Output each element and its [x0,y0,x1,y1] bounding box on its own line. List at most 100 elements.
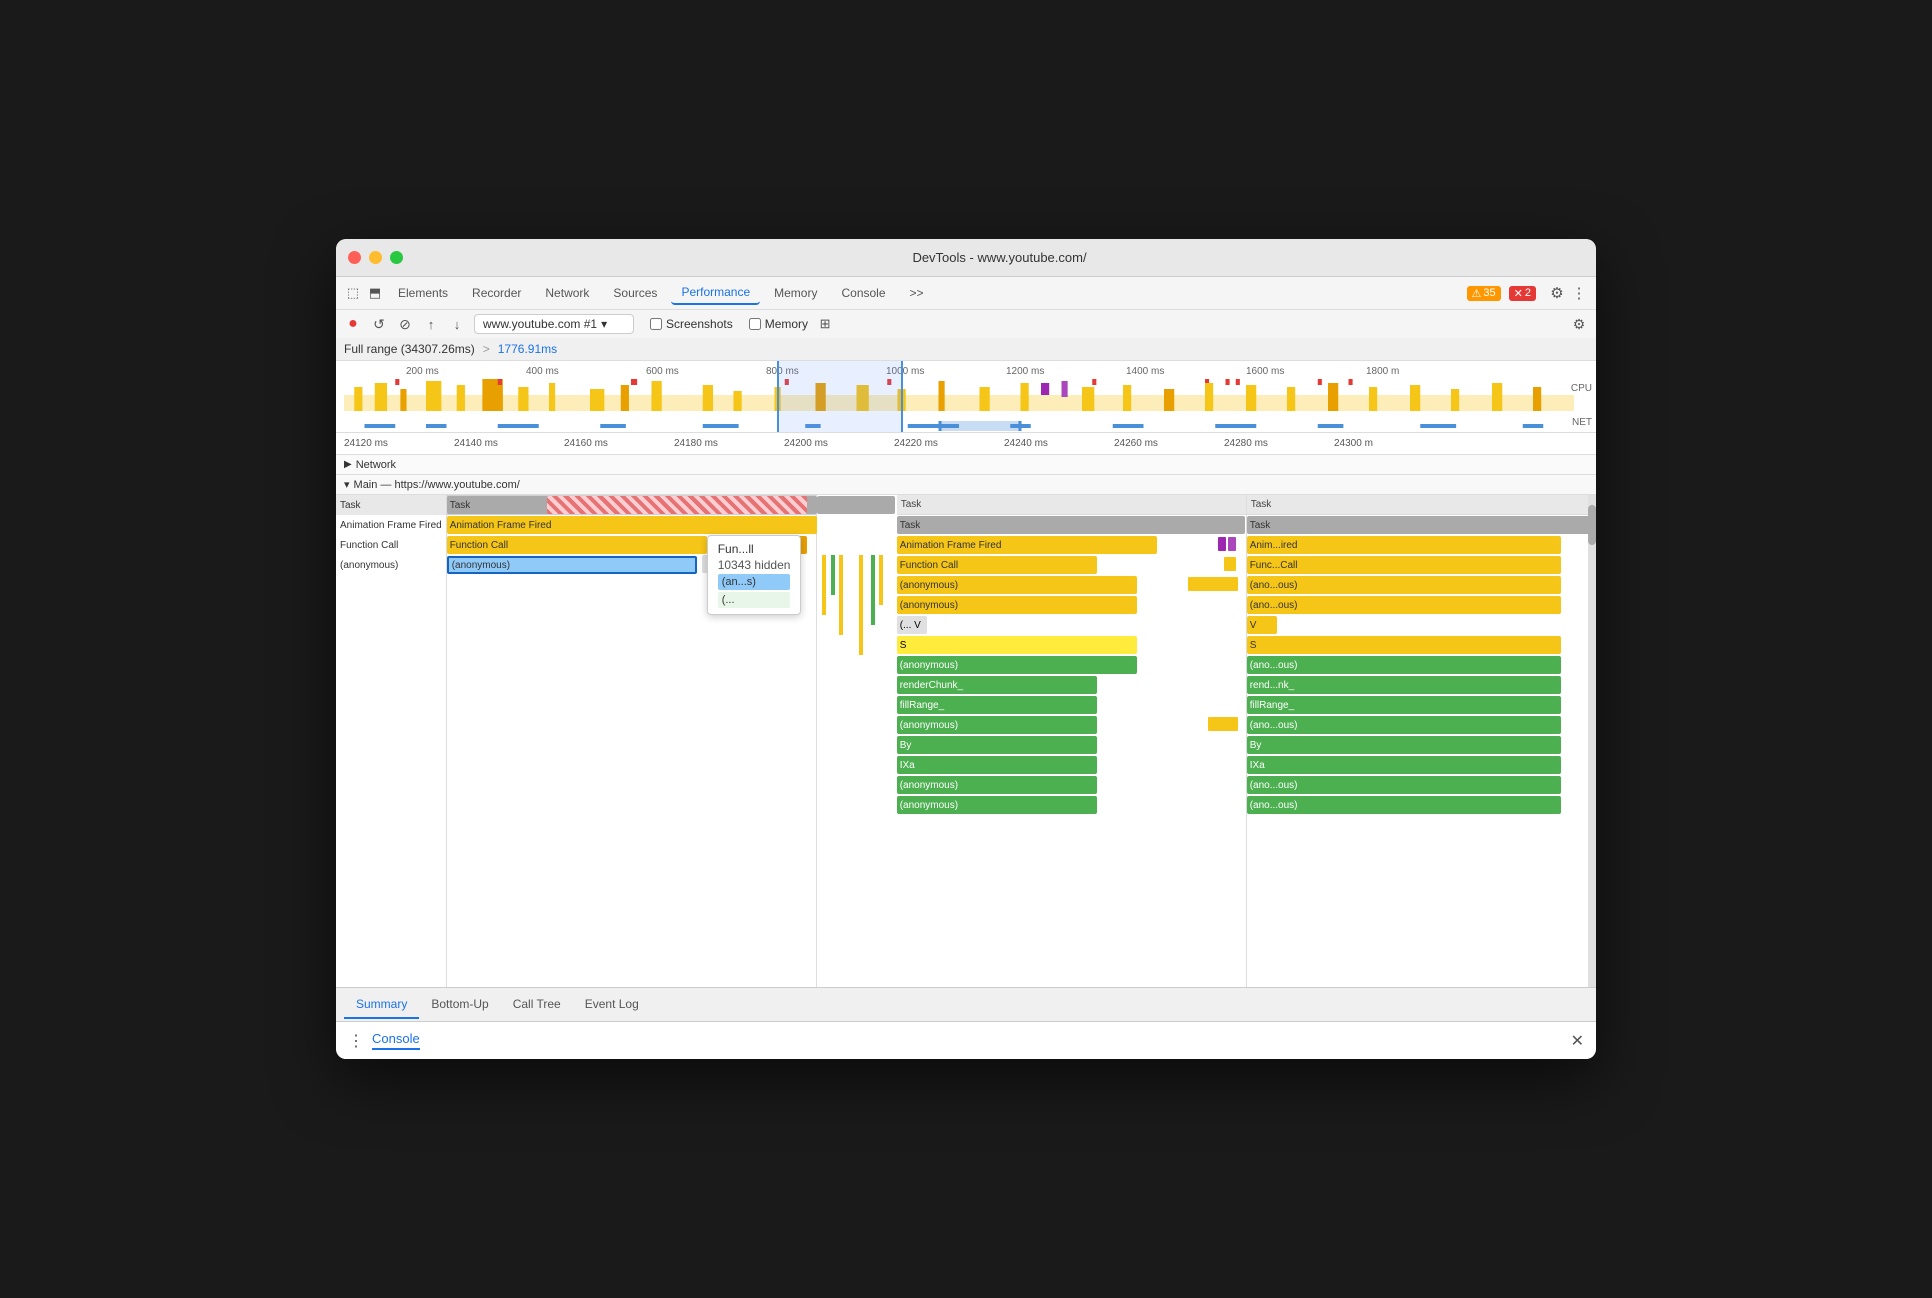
right-anim-bar[interactable]: Anim...ired [1247,536,1561,554]
url-selector[interactable]: www.youtube.com #1 ▾ [474,314,634,334]
mark-400: 400 ms [526,366,559,377]
mid-anon-bar-6[interactable]: (anonymous) [897,796,1097,814]
error-icon: ✕ [1514,287,1523,300]
mini-row-3 [817,555,897,575]
anonymous-bar[interactable]: (anonymous) [447,556,697,574]
capture-settings-button[interactable]: ⊞ [816,315,834,333]
mid-anim-bar[interactable]: Animation Frame Fired [897,536,1157,554]
mark-1200: 1200 ms [1006,366,1044,377]
detail-mark-6: 24240 ms [1004,438,1048,449]
clear-button[interactable]: ⊘ [396,315,414,333]
tab-performance[interactable]: Performance [671,281,760,305]
mid-renderChunk-bar[interactable]: renderChunk_ [897,676,1097,694]
mid-anon-bar-4[interactable]: (anonymous) [897,716,1097,734]
devtools-window: DevTools - www.youtube.com/ ⬚ ⬒ Elements… [336,239,1596,1059]
mid-anon4-right [1208,717,1238,731]
screenshots-toggle: Screenshots [650,317,733,331]
anim-frame-bar[interactable]: Animation Frame Fired [447,516,817,534]
range-bar: Full range (34307.26ms) > 1776.91ms [336,338,1596,361]
right-v-bar[interactable]: V [1247,616,1277,634]
right-anon-bar-1[interactable]: (ano...ous) [1247,576,1561,594]
tab-network[interactable]: Network [535,282,599,304]
mid-fillRange-bar[interactable]: fillRange_ [897,696,1097,714]
tab-recorder[interactable]: Recorder [462,282,531,304]
console-close-button[interactable]: ✕ [1571,1031,1584,1051]
mark-1400: 1400 ms [1126,366,1164,377]
tab-sources[interactable]: Sources [603,282,667,304]
timeline-labels: Task Animation Frame Fired Function Call… [336,495,447,987]
right-ixa-bar[interactable]: IXa [1247,756,1561,774]
mid-anon-bar-3[interactable]: (anonymous) [897,656,1137,674]
right-anon-bar-6[interactable]: (ano...ous) [1247,796,1561,814]
right-anim-row: Anim...ired [1247,535,1596,555]
console-tab[interactable]: Console [372,1031,420,1050]
mid-anon-3: (anonymous) [897,655,1246,675]
summary-tab-label: Summary [356,997,407,1011]
tab-summary[interactable]: Summary [344,991,419,1019]
console-menu-button[interactable]: ⋮ [348,1031,364,1051]
scrollbar-thumb[interactable] [1588,505,1596,545]
load-profile-button[interactable]: ↑ [422,315,440,333]
mid-anon-bar-2[interactable]: (anonymous) [897,596,1137,614]
mid-func-bar[interactable]: Function Call [897,556,1097,574]
tab-console[interactable]: Console [831,282,895,304]
function-call-bar[interactable]: Function Call [447,536,707,554]
toolbar-settings-button[interactable]: ⚙ [1570,315,1588,333]
right-anon-5: (ano...ous) [1247,775,1596,795]
right-by-bar[interactable]: By [1247,736,1561,754]
right-by: By [1247,735,1596,755]
save-profile-button[interactable]: ↓ [448,315,466,333]
task-bar-label: Task [450,500,471,511]
detail-mark-8: 24280 ms [1224,438,1268,449]
vertical-scrollbar[interactable] [1588,495,1596,987]
tab-more[interactable]: >> [900,282,934,304]
cursor-icon[interactable]: ⬚ [344,284,362,302]
right-anon-bar-2[interactable]: (ano...ous) [1247,596,1561,614]
right-anon-bar-3[interactable]: (ano...ous) [1247,656,1561,674]
close-button[interactable] [348,251,361,264]
mid-s-bar[interactable]: S [897,636,1137,654]
row-empty-9 [447,675,816,695]
right-anon-bar-5[interactable]: (ano...ous) [1247,776,1561,794]
range-arrow: > [483,342,490,356]
inspect-icon[interactable]: ⬒ [366,284,384,302]
right-anon-bar-4[interactable]: (ano...ous) [1247,716,1561,734]
titlebar: DevTools - www.youtube.com/ [336,239,1596,277]
right-rend-bar[interactable]: rend...nk_ [1247,676,1561,694]
right-anon-6: (ano...ous) [1247,795,1596,815]
flame-col-main: Task Animation Frame Fired F [447,495,817,987]
event-log-tab-label: Event Log [585,997,639,1011]
minimize-button[interactable] [369,251,382,264]
label-empty-7 [336,695,446,715]
tab-elements[interactable]: Elements [388,282,458,304]
mid-by-bar[interactable]: By [897,736,1097,754]
reload-record-button[interactable]: ↺ [370,315,388,333]
timeline-overview[interactable]: 200 ms 400 ms 600 ms 800 ms 1000 ms 1200… [336,361,1596,433]
settings-button[interactable]: ⚙ [1548,284,1566,302]
timeline-selection[interactable] [777,361,903,432]
mid-ixa-bar[interactable]: IXa [897,756,1097,774]
network-section-row[interactable]: ▶ Network [336,455,1596,475]
detail-mark-4: 24200 ms [784,438,828,449]
purple-bar-2 [1228,537,1236,551]
anonymous-label: (anonymous) [336,560,402,571]
right-s-bar[interactable]: S [1247,636,1561,654]
task-label-0: Task [336,500,365,511]
tab-call-tree[interactable]: Call Tree [501,991,573,1019]
memory-checkbox[interactable] [749,318,761,330]
tab-bottom-up[interactable]: Bottom-Up [419,991,500,1019]
mid-anon-bar-5[interactable]: (anonymous) [897,776,1097,794]
warning-badge: ⚠ 35 [1467,286,1501,301]
more-button[interactable]: ⋮ [1570,284,1588,302]
mid-anon-bar-1[interactable]: (anonymous) [897,576,1137,594]
mid-task-bar[interactable]: Task [897,516,1245,534]
record-button[interactable]: ● [344,315,362,333]
right-task-bar[interactable]: Task [1247,516,1596,534]
tab-event-log[interactable]: Event Log [573,991,651,1019]
tab-memory[interactable]: Memory [764,282,827,304]
screenshots-checkbox[interactable] [650,318,662,330]
row-empty-12 [447,735,816,755]
maximize-button[interactable] [390,251,403,264]
right-func-bar[interactable]: Func...Call [1247,556,1561,574]
right-fillRange-bar[interactable]: fillRange_ [1247,696,1561,714]
